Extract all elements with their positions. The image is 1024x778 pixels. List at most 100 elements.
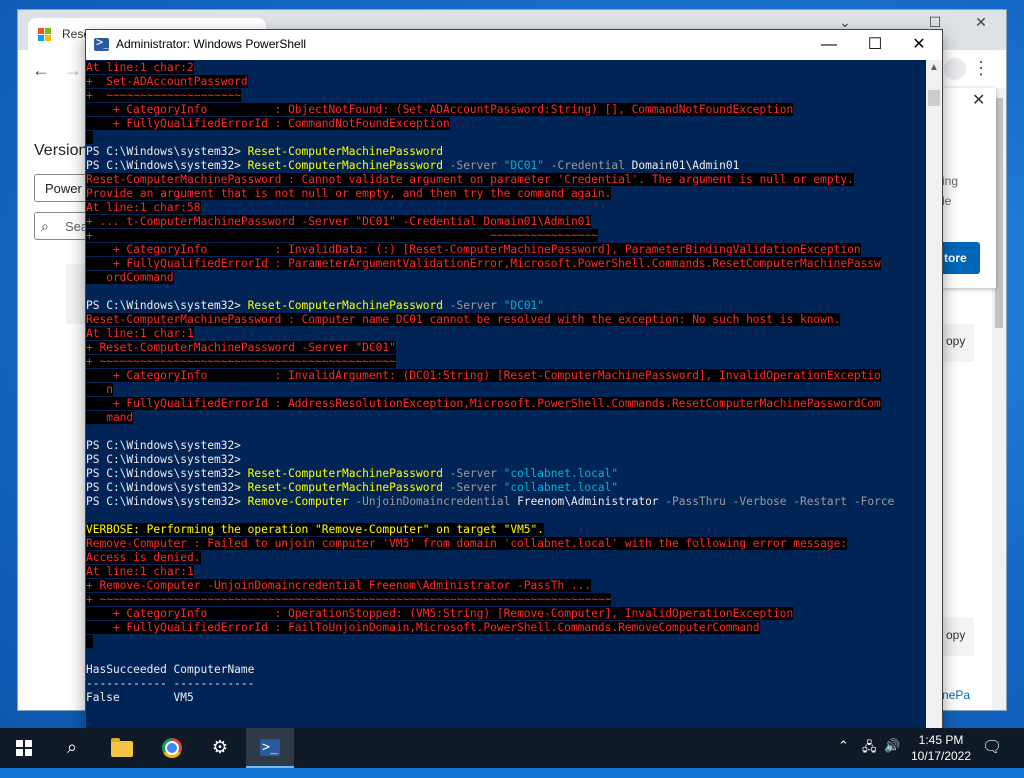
console-text: [86, 131, 93, 144]
notifications-icon[interactable]: 🗨: [982, 737, 1002, 777]
console-line: At line:1 char:2: [86, 61, 926, 75]
powershell-titlebar[interactable]: >_ Administrator: Windows PowerShell — ☐…: [86, 30, 942, 60]
console-line: [86, 131, 926, 145]
copy-button[interactable]: opy: [942, 324, 974, 362]
console-text: -Server: [442, 299, 504, 312]
store-button[interactable]: tore: [942, 242, 980, 274]
console-text: + FullyQualifiedErrorId : CommandNotFoun…: [86, 117, 450, 130]
tab-list-chevron-icon[interactable]: ⌄: [830, 14, 860, 31]
console-text: Remove-Computer: [247, 495, 349, 508]
console-output[interactable]: At line:1 char:2 + Set-ADAccountPassword +…: [86, 61, 926, 728]
console-line: + ~~~~~~~~~~~~~~~~~~~~~~~~~~~~~~~~~~~~~~…: [86, 593, 926, 607]
console-text: Reset-ComputerMachinePassword: [247, 467, 443, 480]
close-icon[interactable]: ✕: [966, 14, 996, 31]
link-fragment[interactable]: nePa: [942, 688, 970, 702]
console-line: PS C:\Windows\system32> Reset-ComputerMa…: [86, 299, 926, 313]
back-arrow-icon[interactable]: ←: [32, 60, 50, 81]
console-line: Reset-ComputerMachinePassword : Computer…: [86, 313, 926, 327]
console-line: VERBOSE: Performing the operation "Remov…: [86, 523, 926, 537]
console-text: Provide an argument that is not null or …: [86, 187, 612, 200]
console-text: + FullyQualifiedErrorId : FailToUnjoinDo…: [86, 621, 760, 634]
console-line: + Remove-Computer -UnjoinDomaincredentia…: [86, 579, 926, 593]
console-line: PS C:\Windows\system32> Reset-ComputerMa…: [86, 159, 926, 173]
console-text: Reset-ComputerMachinePassword: [247, 299, 443, 312]
volume-icon[interactable]: 🔊: [884, 738, 900, 778]
tray-chevron-up-icon[interactable]: ⌃: [838, 738, 849, 778]
powershell-window[interactable]: >_ Administrator: Windows PowerShell — ☐…: [86, 30, 942, 728]
console-text: PS C:\Windows\system32>: [86, 495, 248, 508]
console-text: [86, 635, 93, 648]
gear-icon: ⚙: [211, 737, 229, 757]
microsoft-logo-icon: [38, 28, 52, 42]
console-line: At line:1 char:1: [86, 565, 926, 579]
console-scrollbar[interactable]: ▲: [926, 60, 942, 728]
scrollbar-thumb[interactable]: [928, 90, 940, 106]
scrollbar-thumb[interactable]: [995, 98, 1003, 328]
console-line: + FullyQualifiedErrorId : AddressResolut…: [86, 397, 926, 411]
minimize-icon[interactable]: —: [806, 32, 852, 58]
powershell-glyph: >_: [96, 35, 111, 49]
console-text: Reset-ComputerMachinePassword : Computer…: [86, 313, 841, 326]
console-line: Remove-Computer : Failed to unjoin compu…: [86, 537, 926, 551]
console-line: [86, 705, 926, 719]
console-line: Access is denied.: [86, 551, 926, 565]
search-input[interactable]: ⌕ Sea: [34, 212, 94, 240]
console-line: n: [86, 383, 926, 397]
maximize-icon[interactable]: ☐: [852, 32, 898, 58]
close-icon[interactable]: ✕: [896, 32, 942, 58]
console-line: [86, 719, 926, 728]
console-line: + CategoryInfo : InvalidData: (:) [Reset…: [86, 243, 926, 257]
console-line: PS C:\Windows\system32>: [86, 453, 926, 467]
system-clock[interactable]: 1:45 PM 10/17/2022: [906, 732, 976, 764]
console-text: HasSucceeded ComputerName: [86, 663, 255, 676]
console-text: + ~~~~~~~~~~~~~~~~~~~~~~~~~~~~~~~~~~~~~~…: [86, 355, 396, 368]
console-line: + CategoryInfo : OperationStopped: (VM5:…: [86, 607, 926, 621]
console-line: + FullyQualifiedErrorId : ParameterArgum…: [86, 257, 926, 271]
network-icon[interactable]: 🖧: [862, 738, 877, 778]
console-line: + ~~~~~~~~~~~~~~~~~~~~: [86, 89, 926, 103]
console-line: [86, 509, 926, 523]
console-line: + FullyQualifiedErrorId : CommandNotFoun…: [86, 117, 926, 131]
console-text: At line:1 char:1: [86, 565, 194, 578]
chrome-button[interactable]: [148, 728, 196, 768]
forward-arrow-icon[interactable]: →: [64, 60, 82, 81]
console-line: PS C:\Windows\system32> Remove-Computer …: [86, 495, 926, 509]
flyout-text: le: [942, 194, 952, 208]
chrome-icon: [162, 738, 182, 758]
console-line: PS C:\Windows\system32> Reset-ComputerMa…: [86, 481, 926, 495]
menu-kebab-icon[interactable]: ⋮: [972, 58, 990, 79]
console-line: [86, 635, 926, 649]
console-line: ordCommand: [86, 271, 926, 285]
clock-date: 10/17/2022: [910, 749, 972, 763]
close-icon[interactable]: ✕: [972, 90, 985, 110]
scroll-up-arrow-icon[interactable]: ▲: [929, 62, 939, 73]
console-text: Freenom\Administrator: [517, 495, 659, 508]
file-explorer-button[interactable]: [98, 728, 146, 768]
search-button[interactable]: ⌕: [48, 728, 96, 768]
console-text: + ~~~~~~~~~~~~~~~~~~~~~~~~~~~~~~~~~~~~~~…: [86, 593, 612, 606]
page-heading: Version: [34, 142, 88, 159]
version-dropdown[interactable]: Power: [34, 174, 94, 202]
powershell-icon: >_: [94, 35, 111, 51]
settings-button[interactable]: ⚙: [196, 728, 244, 768]
console-line: + FullyQualifiedErrorId : FailToUnjoinDo…: [86, 621, 926, 635]
console-line: + ... t-ComputerMachinePassword -Server …: [86, 215, 926, 229]
profile-avatar-icon[interactable]: [944, 58, 966, 80]
console-line: HasSucceeded ComputerName: [86, 663, 926, 677]
powershell-taskbar-button[interactable]: >_: [246, 728, 294, 768]
console-line: ------------ ------------: [86, 677, 926, 691]
search-placeholder: Sea: [65, 219, 89, 234]
console-line: + ~~~~~~~~~~~~~~~~~~~~~~~~~~~~~~~~~~~~~~…: [86, 355, 926, 369]
console-line: False VM5: [86, 691, 926, 705]
copy-button[interactable]: opy: [942, 618, 974, 656]
search-icon: ⌕: [66, 737, 78, 757]
console-line: At line:1 char:1: [86, 327, 926, 341]
console-line: + CategoryInfo : InvalidArgument: (DC01:…: [86, 369, 926, 383]
console-text: PS C:\Windows\system32>: [86, 145, 248, 158]
start-button[interactable]: [0, 728, 48, 768]
maximize-icon[interactable]: ☐: [920, 14, 950, 31]
console-text: PS C:\Windows\system32>: [86, 453, 241, 466]
console-text: + CategoryInfo : OperationStopped: (VM5:…: [86, 607, 794, 620]
